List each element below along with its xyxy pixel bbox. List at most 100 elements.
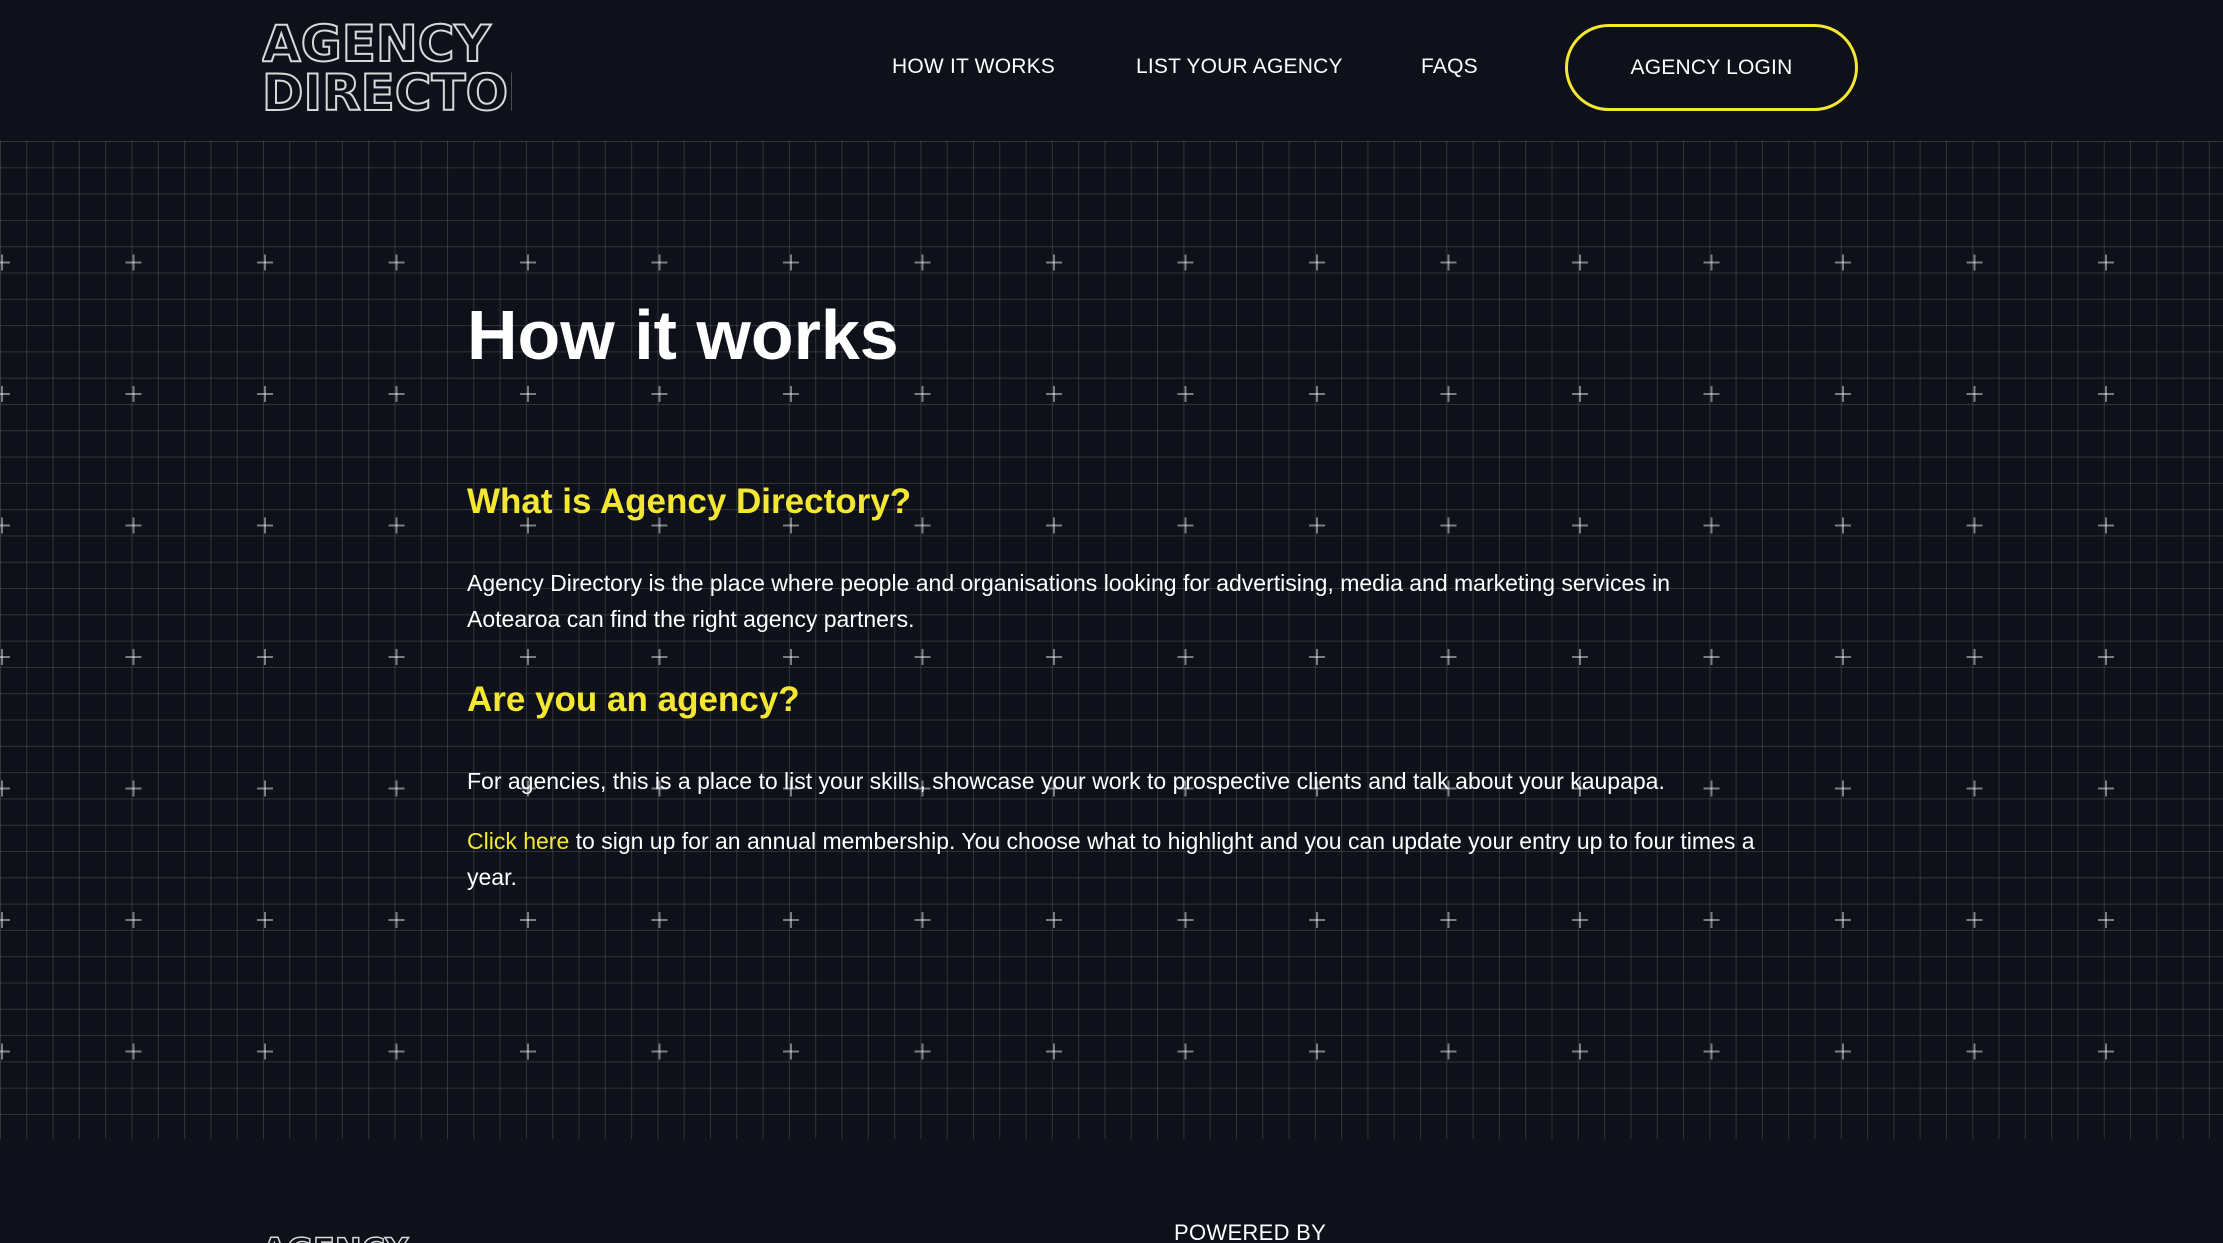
grid-cross-mark: [125, 912, 142, 928]
grid-cross-mark: [1046, 649, 1062, 665]
grid-cross-mark: [1440, 649, 1457, 665]
grid-cross-mark: [914, 649, 931, 665]
section-body-are-you-agency: For agencies, this is a place to list yo…: [467, 768, 1665, 794]
grid-cross-mark: [783, 912, 799, 928]
powered-by-label: POWERED BY: [1174, 1220, 1327, 1243]
grid-cross-mark: [2098, 649, 2114, 665]
grid-cross-mark: [2098, 1043, 2114, 1060]
grid-cross-mark: [1966, 517, 1983, 534]
grid-cross-mark: [257, 649, 273, 665]
grid-cross-mark: [0, 912, 10, 928]
grid-cross-mark: [783, 254, 799, 271]
grid-cross-mark: [2098, 254, 2114, 271]
grid-cross-mark: [520, 386, 536, 402]
section-body-what-is: Agency Directory is the place where peop…: [467, 570, 1671, 632]
grid-cross-mark: [2098, 780, 2114, 797]
grid-cross-mark: [651, 386, 668, 402]
grid-cross-mark: [1309, 254, 1325, 271]
grid-cross-mark: [1703, 912, 1720, 928]
site-header: AGENCY DIRECTORY HOW IT WORKS LIST YOUR …: [0, 0, 2223, 141]
grid-cross-mark: [1835, 1043, 1851, 1060]
grid-cross-mark: [914, 1043, 931, 1060]
grid-cross-mark: [1309, 1043, 1325, 1060]
grid-cross-pattern: [0, 254, 2114, 1060]
grid-cross-mark: [388, 780, 405, 797]
grid-cross-mark: [1572, 254, 1588, 271]
click-here-link[interactable]: Click here: [467, 828, 569, 854]
grid-cross-mark: [1966, 386, 1983, 402]
grid-cross-mark: [1835, 254, 1851, 271]
grid-cross-mark: [1177, 254, 1194, 271]
grid-cross-mark: [257, 254, 273, 271]
grid-cross-mark: [1046, 1043, 1062, 1060]
grid-cross-mark: [125, 517, 142, 534]
footer-logo[interactable]: AGENCY: [262, 1227, 422, 1243]
grid-cross-mark: [1966, 1043, 1983, 1060]
grid-cross-mark: [1440, 254, 1457, 271]
grid-cross-mark: [257, 517, 273, 534]
grid-cross-mark: [125, 1043, 142, 1060]
grid-cross-mark: [1046, 254, 1062, 271]
grid-cross-mark: [1966, 780, 1983, 797]
grid-cross-mark: [783, 1043, 799, 1060]
grid-cross-mark: [125, 780, 142, 797]
grid-cross-mark: [1835, 649, 1851, 665]
grid-cross-mark: [1177, 386, 1194, 402]
grid-cross-mark: [1966, 254, 1983, 271]
grid-cross-mark: [651, 1043, 668, 1060]
grid-cross-mark: [1440, 386, 1457, 402]
grid-cross-mark: [257, 1043, 273, 1060]
footer-logo-wordmark: AGENCY: [262, 1230, 410, 1243]
grid-cross-mark: [1572, 1043, 1588, 1060]
agency-login-button[interactable]: AGENCY LOGIN: [1565, 24, 1858, 111]
logo-wordmark: AGENCY DIRECTORY: [262, 16, 512, 116]
nav-faqs[interactable]: FAQS: [1421, 52, 1478, 82]
grid-cross-mark: [2098, 386, 2114, 402]
grid-cross-mark: [1046, 386, 1062, 402]
grid-cross-mark: [388, 517, 405, 534]
grid-cross-mark: [1966, 649, 1983, 665]
grid-cross-mark: [1309, 912, 1325, 928]
grid-cross-mark: [0, 386, 10, 402]
logo-line-2: DIRECTORY: [262, 64, 512, 116]
grid-cross-mark: [651, 649, 668, 665]
grid-cross-mark: [257, 386, 273, 402]
grid-cross-mark: [1440, 517, 1457, 534]
grid-cross-mark: [1835, 517, 1851, 534]
grid-cross-mark: [1703, 1043, 1720, 1060]
grid-cross-mark: [1177, 649, 1194, 665]
grid-cross-mark: [388, 1043, 405, 1060]
grid-cross-mark: [1835, 912, 1851, 928]
grid-cross-mark: [257, 780, 273, 797]
footer-logo-line-1: AGENCY: [262, 1231, 409, 1243]
grid-cross-mark: [520, 1043, 536, 1060]
grid-cross-mark: [1309, 517, 1325, 534]
grid-cross-mark: [125, 649, 142, 665]
site-logo[interactable]: AGENCY DIRECTORY: [262, 16, 512, 116]
nav-how-it-works[interactable]: HOW IT WORKS: [892, 52, 1055, 82]
grid-cross-mark: [1177, 517, 1194, 534]
grid-cross-mark: [914, 517, 931, 534]
grid-cross-mark: [1440, 912, 1457, 928]
grid-cross-mark: [0, 1043, 10, 1060]
nav-list-your-agency[interactable]: LIST YOUR AGENCY: [1136, 52, 1343, 82]
grid-cross-mark: [1572, 649, 1588, 665]
grid-cross-mark: [0, 780, 10, 797]
grid-cross-mark: [1440, 1043, 1457, 1060]
grid-cross-mark: [783, 386, 799, 402]
grid-cross-mark: [0, 517, 10, 534]
main-content-area: How it works What is Agency Directory? A…: [0, 141, 2223, 1139]
grid-cross-mark: [1177, 912, 1194, 928]
grid-cross-mark: [2098, 912, 2114, 928]
grid-cross-mark: [0, 649, 10, 665]
grid-cross-mark: [257, 912, 273, 928]
grid-cross-mark: [1703, 517, 1720, 534]
grid-cross-mark: [1309, 649, 1325, 665]
grid-cross-mark: [1177, 1043, 1194, 1060]
grid-cross-mark: [2098, 517, 2114, 534]
grid-cross-mark: [388, 254, 405, 271]
grid-cross-mark: [520, 254, 536, 271]
grid-cross-mark: [783, 649, 799, 665]
grid-cross-mark: [1572, 912, 1588, 928]
grid-cross-mark: [914, 254, 931, 271]
